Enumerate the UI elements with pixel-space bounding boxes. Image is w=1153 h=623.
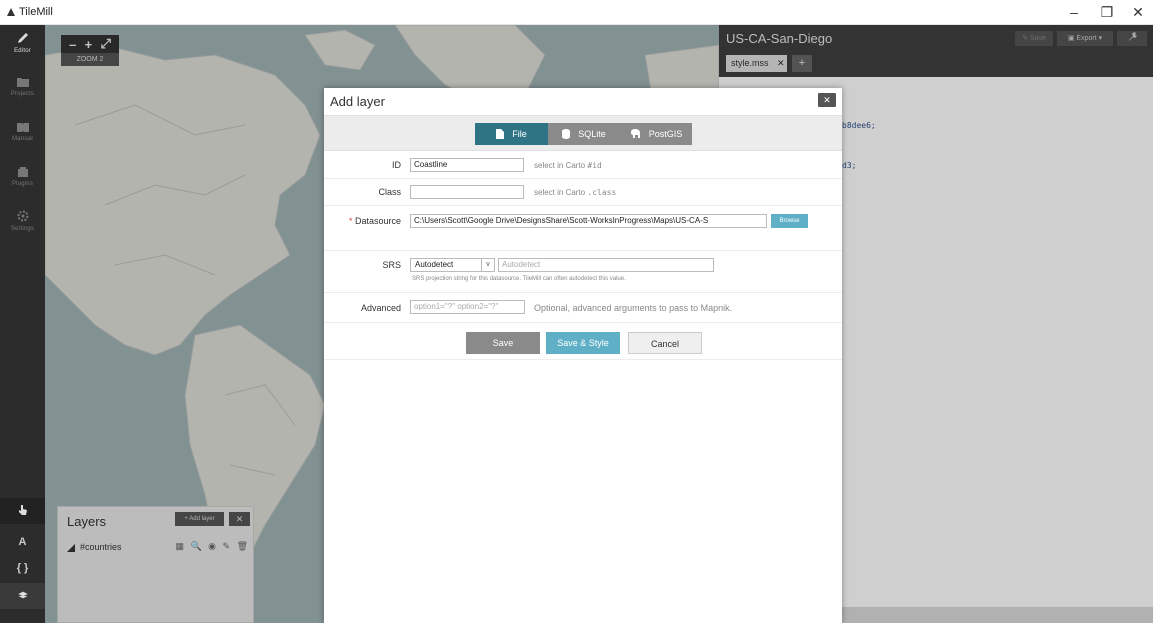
dialog-title: Add layer xyxy=(330,94,385,109)
font-tool-button[interactable]: A xyxy=(0,529,45,555)
button-divider xyxy=(324,359,842,360)
class-hint-text: select in Carto xyxy=(534,188,586,197)
id-hint-code: #id xyxy=(587,161,602,170)
sidebar-item-projects[interactable]: Projects xyxy=(0,70,45,114)
browse-button[interactable]: Browse xyxy=(771,214,808,228)
source-type-tabs: File SQLite PostGIS xyxy=(324,115,842,151)
elephant-icon xyxy=(630,129,640,138)
window-title: TileMill xyxy=(19,6,53,18)
sidebar-item-manual[interactable]: Manual xyxy=(0,115,45,159)
class-field[interactable] xyxy=(410,185,524,199)
database-icon xyxy=(562,129,571,139)
srs-label: SRS xyxy=(382,260,401,270)
minimize-button[interactable]: – xyxy=(1061,2,1087,22)
sidebar-item-label: Plugins xyxy=(11,181,34,187)
maximize-button[interactable]: ❐ xyxy=(1094,2,1120,22)
chevron-down-icon: v xyxy=(481,259,494,271)
tab-file-label: File xyxy=(512,129,527,139)
tab-sqlite[interactable]: SQLite xyxy=(548,123,620,145)
class-row: Class select in Carto .class xyxy=(324,179,842,206)
datasource-field[interactable]: C:\Users\Scott\Google Drive\DesignsShare… xyxy=(410,214,767,228)
id-row: ID Coastline select in Carto #id xyxy=(324,152,842,179)
sidebar-item-editor[interactable]: Editor xyxy=(0,25,45,69)
tab-postgis[interactable]: PostGIS xyxy=(620,123,692,145)
advanced-hint: Optional, advanced arguments to pass to … xyxy=(534,303,733,313)
required-mark: * xyxy=(348,216,353,226)
datasource-label: * Datasource xyxy=(349,216,401,226)
srs-row: SRS Autodetect v Autodetect SRS projecti… xyxy=(324,251,842,293)
dialog-close-button[interactable]: ✕ xyxy=(818,93,836,107)
sidebar-item-plugins[interactable]: Plugins xyxy=(0,160,45,204)
close-window-button[interactable]: ✕ xyxy=(1125,2,1151,22)
tab-sqlite-label: SQLite xyxy=(578,129,606,139)
window-titlebar: TileMill – ❐ ✕ xyxy=(0,0,1153,25)
pointer-tool-button[interactable] xyxy=(0,498,45,524)
id-label: ID xyxy=(392,160,401,170)
sidebar-item-label: Projects xyxy=(10,91,35,97)
plugin-icon xyxy=(17,167,28,177)
folder-icon xyxy=(16,78,29,87)
book-icon xyxy=(16,123,29,132)
tab-file[interactable]: File xyxy=(475,123,548,145)
srs-help-text: SRS projection string for this datasourc… xyxy=(412,276,626,282)
id-field[interactable]: Coastline xyxy=(410,158,524,172)
save-and-style-button[interactable]: Save & Style xyxy=(546,332,620,354)
id-hint-text: select in Carto xyxy=(534,161,586,170)
cancel-button[interactable]: Cancel xyxy=(628,332,702,354)
tab-postgis-label: PostGIS xyxy=(648,129,683,139)
carto-tool-button[interactable]: { } xyxy=(0,555,45,581)
tilemill-logo-icon xyxy=(7,8,15,16)
srs-custom-field[interactable]: Autodetect xyxy=(498,258,714,272)
sidebar-item-settings[interactable]: Settings xyxy=(0,203,45,247)
datasource-row: * Datasource C:\Users\Scott\Google Drive… xyxy=(324,206,842,251)
save-button[interactable]: Save xyxy=(466,332,540,354)
app-sidebar: Editor Projects Manual Plugins Settings … xyxy=(0,25,45,623)
sidebar-item-label: Manual xyxy=(12,136,33,142)
srs-selected: Autodetect xyxy=(415,260,454,269)
advanced-row: Advanced option1="?" option2="?" Optiona… xyxy=(324,293,842,323)
add-layer-dialog: Add layer ✕ File SQLite PostGIS ID Coast… xyxy=(324,88,842,623)
sidebar-item-label: Settings xyxy=(10,226,35,232)
class-hint: select in Carto .class xyxy=(534,188,616,197)
id-hint: select in Carto #id xyxy=(534,161,602,170)
layers-icon xyxy=(17,591,28,599)
class-hint-code: .class xyxy=(587,188,617,197)
srs-select[interactable]: Autodetect v xyxy=(410,258,495,272)
layers-tool-button[interactable] xyxy=(0,583,45,609)
file-icon xyxy=(496,129,505,139)
hand-pointer-icon xyxy=(18,505,27,515)
gear-icon xyxy=(17,210,28,222)
advanced-field[interactable]: option1="?" option2="?" xyxy=(410,300,525,314)
advanced-label: Advanced xyxy=(360,303,401,313)
sidebar-item-label: Editor xyxy=(14,48,31,54)
pencil-icon xyxy=(17,33,28,43)
class-label: Class xyxy=(378,187,401,197)
datasource-label-text: Datasource xyxy=(354,216,401,226)
